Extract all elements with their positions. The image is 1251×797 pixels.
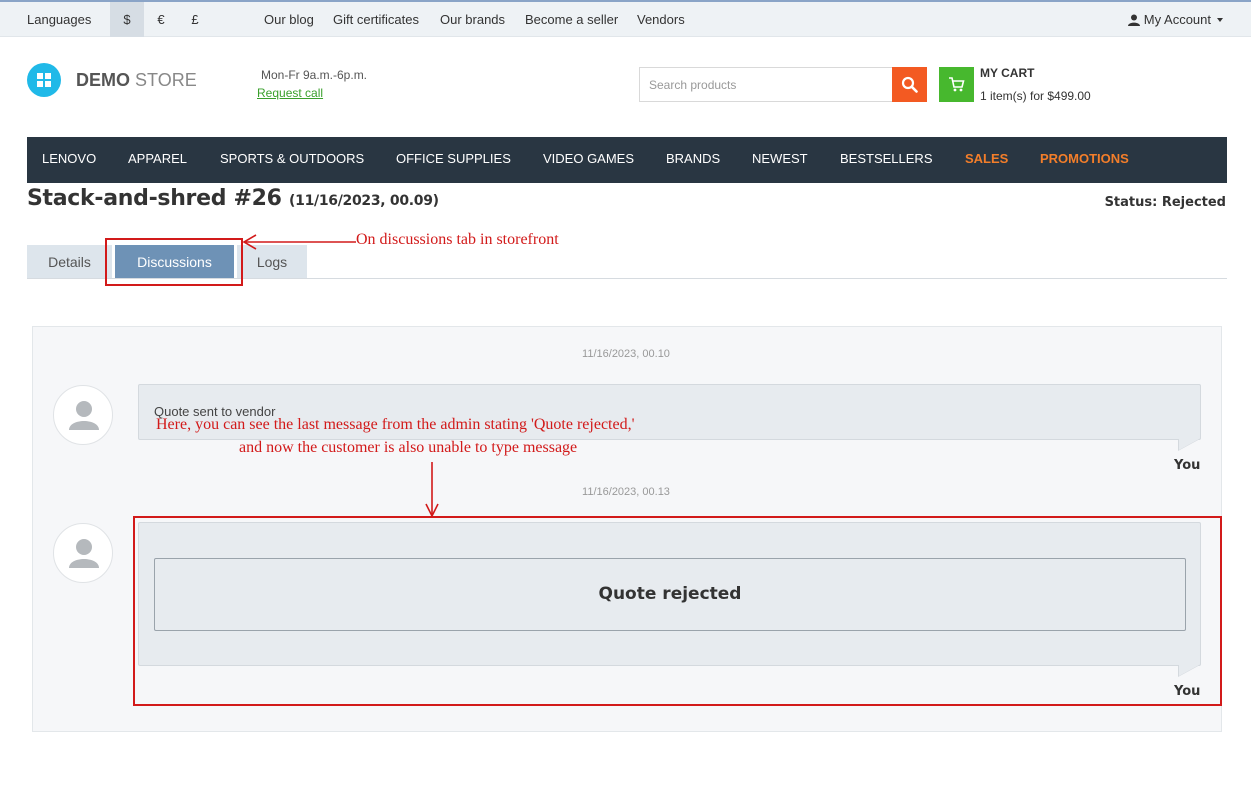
link-our-blog[interactable]: Our blog	[264, 2, 314, 37]
search-button[interactable]	[892, 67, 927, 102]
my-account-dropdown[interactable]: My Account	[1127, 2, 1223, 37]
quote-title: Stack-and-shred #26	[27, 186, 282, 211]
nav-sports-outdoors[interactable]: SPORTS & OUTDOORS	[220, 137, 364, 183]
brand-light: STORE	[135, 70, 197, 90]
link-gift-certificates[interactable]: Gift certificates	[333, 2, 419, 37]
annotation-message-text-1: Here, you can see the last message from …	[156, 416, 635, 433]
status-badge: Status: Rejected	[1104, 195, 1226, 210]
search-input[interactable]	[640, 68, 893, 101]
page-title: Stack-and-shred #26 (11/16/2023, 00.09)	[27, 186, 439, 211]
currency-eur[interactable]: €	[144, 2, 178, 37]
arrow-icon	[242, 234, 356, 250]
user-icon	[1127, 14, 1140, 26]
arrow-icon	[425, 462, 439, 518]
cart-summary[interactable]: 1 item(s) for $499.00	[980, 89, 1091, 103]
brand-name[interactable]: DEMO STORE	[76, 70, 197, 91]
annotation-message-text-2: and now the customer is also unable to t…	[239, 439, 578, 456]
avatar	[53, 523, 113, 583]
message-timestamp: 11/16/2023, 00.10	[582, 348, 670, 360]
nav-sales[interactable]: SALES	[965, 137, 1008, 183]
link-become-seller[interactable]: Become a seller	[525, 2, 618, 37]
link-our-brands[interactable]: Our brands	[440, 2, 505, 37]
annotation-tab-text: On discussions tab in storefront	[356, 231, 559, 248]
currency-gbp[interactable]: £	[178, 2, 212, 37]
cart-button[interactable]	[939, 67, 974, 102]
message-author: You	[1174, 458, 1201, 473]
avatar-icon	[69, 401, 99, 430]
nav-bestsellers[interactable]: BESTSELLERS	[840, 137, 933, 183]
link-vendors[interactable]: Vendors	[637, 2, 685, 37]
working-hours: Mon-Fr 9a.m.-6p.m.	[261, 68, 368, 82]
nav-newest[interactable]: NEWEST	[752, 137, 808, 183]
store-logo[interactable]	[27, 63, 61, 97]
languages-dropdown[interactable]: Languages	[27, 2, 91, 37]
nav-apparel[interactable]: APPAREL	[128, 137, 187, 183]
windows-logo-icon	[37, 73, 51, 87]
quote-date: (11/16/2023, 00.09)	[289, 193, 439, 209]
nav-promotions[interactable]: PROMOTIONS	[1040, 137, 1129, 183]
cart-title[interactable]: MY CART	[980, 66, 1034, 80]
search-icon	[901, 76, 918, 93]
my-account-label: My Account	[1143, 12, 1211, 27]
nav-office-supplies[interactable]: OFFICE SUPPLIES	[396, 137, 511, 183]
annotation-tab-box	[105, 238, 243, 286]
nav-brands[interactable]: BRANDS	[666, 137, 720, 183]
main-navigation: LENOVO APPAREL SPORTS & OUTDOORS OFFICE …	[27, 137, 1227, 183]
brand-bold: DEMO	[76, 70, 130, 90]
nav-lenovo[interactable]: LENOVO	[42, 137, 96, 183]
request-call-link[interactable]: Request call	[257, 86, 323, 100]
top-bar: Languages $ € £ Our blog Gift certificat…	[0, 0, 1251, 37]
search-box	[639, 67, 893, 102]
avatar-icon	[69, 539, 99, 568]
chevron-down-icon	[1217, 18, 1223, 22]
bubble-tail-inner	[1179, 439, 1199, 450]
avatar	[53, 385, 113, 445]
cart-icon	[949, 77, 965, 92]
nav-video-games[interactable]: VIDEO GAMES	[543, 137, 634, 183]
annotation-message-box	[133, 516, 1222, 706]
message-timestamp: 11/16/2023, 00.13	[582, 486, 670, 498]
currency-usd[interactable]: $	[110, 2, 144, 37]
tab-details[interactable]: Details	[27, 245, 112, 279]
